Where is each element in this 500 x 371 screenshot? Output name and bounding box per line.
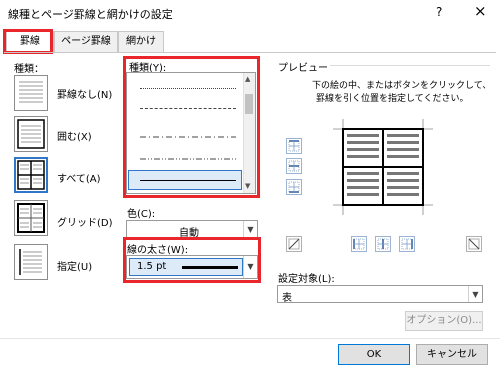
border-top-button[interactable] xyxy=(286,138,302,154)
width-dropdown[interactable]: 1.5 pt ▼ xyxy=(126,255,258,279)
width-value: 1.5 pt xyxy=(137,261,167,272)
setting-custom-icon[interactable] xyxy=(14,244,48,280)
border-inside-horizontal-button[interactable] xyxy=(286,158,302,174)
apply-to-value: 表 xyxy=(282,293,292,304)
tab-page-border[interactable]: ページ罫線 xyxy=(54,31,118,52)
color-label: 色(C): xyxy=(127,209,156,220)
preview-instruction-2: 罫線を引く位置を指定してください。 xyxy=(316,94,469,104)
width-label: 線の太さ(W): xyxy=(127,245,189,256)
style-list-scrollbar[interactable] xyxy=(243,73,255,193)
chevron-down-icon[interactable]: ▼ xyxy=(468,286,482,302)
dialog-title: 線種とページ罫線と網かけの設定 xyxy=(8,8,173,21)
setting-none-label[interactable]: 罫線なし(N) xyxy=(57,86,112,101)
setting-custom-label[interactable]: 指定(U) xyxy=(57,258,92,273)
preview-table[interactable] xyxy=(333,119,433,215)
scroll-down-icon[interactable]: ▼ xyxy=(245,182,250,190)
preview-header: プレビュー xyxy=(278,63,328,74)
line-style-dashed[interactable] xyxy=(140,108,236,109)
border-right-button[interactable] xyxy=(399,236,415,252)
line-style-dotted[interactable] xyxy=(140,88,236,89)
color-dropdown[interactable]: 自動 ▼ xyxy=(126,220,258,239)
setting-box-label[interactable]: 囲む(X) xyxy=(57,128,92,143)
setting-none-icon[interactable] xyxy=(14,75,48,111)
tab-borders[interactable]: 罫線 xyxy=(6,31,54,53)
preview-instruction-1: 下の絵の中、またはボタンをクリックして、 xyxy=(312,81,492,91)
setting-all-label[interactable]: すべて(A) xyxy=(57,170,101,185)
tab-panel-border xyxy=(4,52,496,53)
line-style-dash-dot[interactable] xyxy=(140,128,236,138)
chevron-down-icon[interactable]: ▼ xyxy=(243,256,257,278)
apply-to-label: 設定対象(L): xyxy=(278,274,335,285)
tab-shading[interactable]: 網かけ xyxy=(118,31,164,52)
line-style-dash-dot-dot[interactable] xyxy=(140,150,236,160)
scroll-up-icon[interactable]: ▲ xyxy=(245,75,250,83)
setting-box-icon[interactable] xyxy=(14,116,48,152)
border-bottom-button[interactable] xyxy=(286,179,302,195)
setting-grid-label[interactable]: グリッド(D) xyxy=(57,214,113,229)
width-sample-line xyxy=(182,266,238,269)
options-button[interactable]: オプション(O)... xyxy=(405,311,483,331)
chevron-down-icon[interactable]: ▼ xyxy=(243,221,257,237)
scrollbar-thumb[interactable] xyxy=(245,94,253,114)
cancel-button[interactable]: キャンセル xyxy=(416,344,488,365)
border-left-button[interactable] xyxy=(351,236,367,252)
border-inside-vertical-button[interactable] xyxy=(375,236,391,252)
apply-to-dropdown[interactable]: 表 ▼ xyxy=(277,285,483,304)
footer-divider xyxy=(0,338,500,339)
diagonal-down-button[interactable] xyxy=(466,236,482,252)
line-style-solid xyxy=(140,180,236,181)
help-button[interactable]: ? xyxy=(436,5,442,19)
ok-button[interactable]: OK xyxy=(338,344,410,365)
preview-group-line xyxy=(330,65,490,66)
setting-header: 種類： xyxy=(14,64,44,75)
color-value: 自動 xyxy=(179,228,199,239)
setting-grid-icon[interactable] xyxy=(14,200,48,236)
setting-all-icon[interactable] xyxy=(14,157,48,193)
diagonal-up-button[interactable] xyxy=(286,236,302,252)
close-button[interactable]: × xyxy=(474,2,487,20)
